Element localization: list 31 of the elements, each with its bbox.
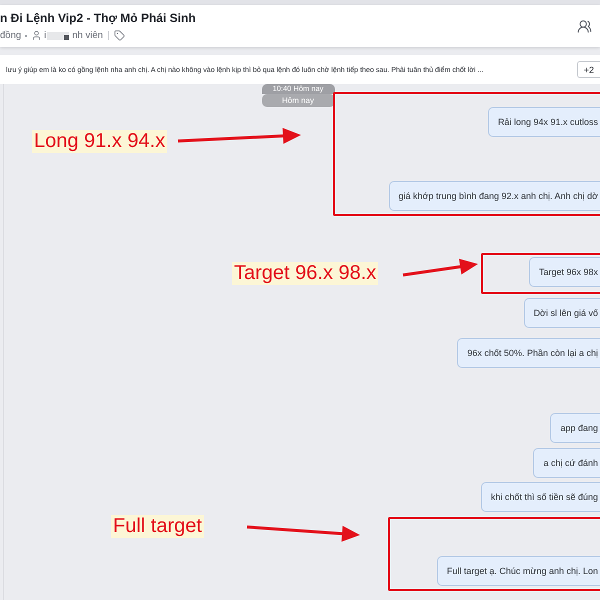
- message-text: khi chốt thì số tiền sẽ đúng: [490, 492, 598, 502]
- blurred-patch: [47, 32, 70, 40]
- message-bubble[interactable]: Full target ạ. Chúc mừng anh chị. Lon: [436, 556, 600, 586]
- message-bubble[interactable]: Target 96x 98x: [528, 257, 600, 287]
- message-bubble[interactable]: giá khớp trung bình đang 92.x anh chị. Anh chị dờ: [388, 181, 600, 211]
- message-text: Rải long 94x 91.x cutloss: [498, 116, 598, 128]
- message-bubble[interactable]: khi chốt thì số tiền sẽ đúng: [480, 482, 600, 512]
- message-text: app đang: [560, 422, 598, 434]
- message-text: Target 96x 98x: [538, 266, 598, 278]
- message-bubble[interactable]: Dời sl lên giá vố: [524, 298, 600, 328]
- group-members-icon[interactable]: [577, 18, 592, 34]
- message-text: giá khớp trung bình đang 92.x anh chị. Anh chị dờ: [398, 190, 598, 202]
- group-subtitle: đồng: [0, 30, 22, 42]
- more-pinned-button[interactable]: +2: [576, 61, 600, 78]
- message-bubble[interactable]: Rải long 94x 91.x cutloss: [488, 107, 600, 137]
- member-count-start: i: [44, 30, 46, 42]
- user-icon: [31, 30, 42, 41]
- message-text: Full target ạ. Chúc mừng anh chị. Lon: [446, 566, 598, 576]
- tag-icon[interactable]: [114, 30, 125, 41]
- message-text: Dời sl lên giá vố: [534, 308, 598, 318]
- group-title: n Đi Lệnh Vip2 - Thợ Mỏ Phái Sinh: [0, 10, 196, 26]
- message-text: 96x chốt 50%. Phần còn lại a chị: [467, 348, 598, 358]
- annotation-label: Full target: [111, 515, 204, 538]
- annotation-label: Long 91.x 94.x: [32, 130, 168, 153]
- annotation-label: Target 96.x 98.x: [232, 262, 378, 285]
- time-badge: Hôm nay: [262, 94, 334, 107]
- message-bubble[interactable]: a chị cứ đánh: [533, 448, 600, 478]
- message-bubble[interactable]: 96x chốt 50%. Phần còn lại a chị: [457, 338, 600, 368]
- message-bubble[interactable]: app đang: [550, 413, 600, 443]
- message-text: a chị cứ đánh: [543, 458, 598, 468]
- member-count-end: nh viên: [72, 30, 103, 42]
